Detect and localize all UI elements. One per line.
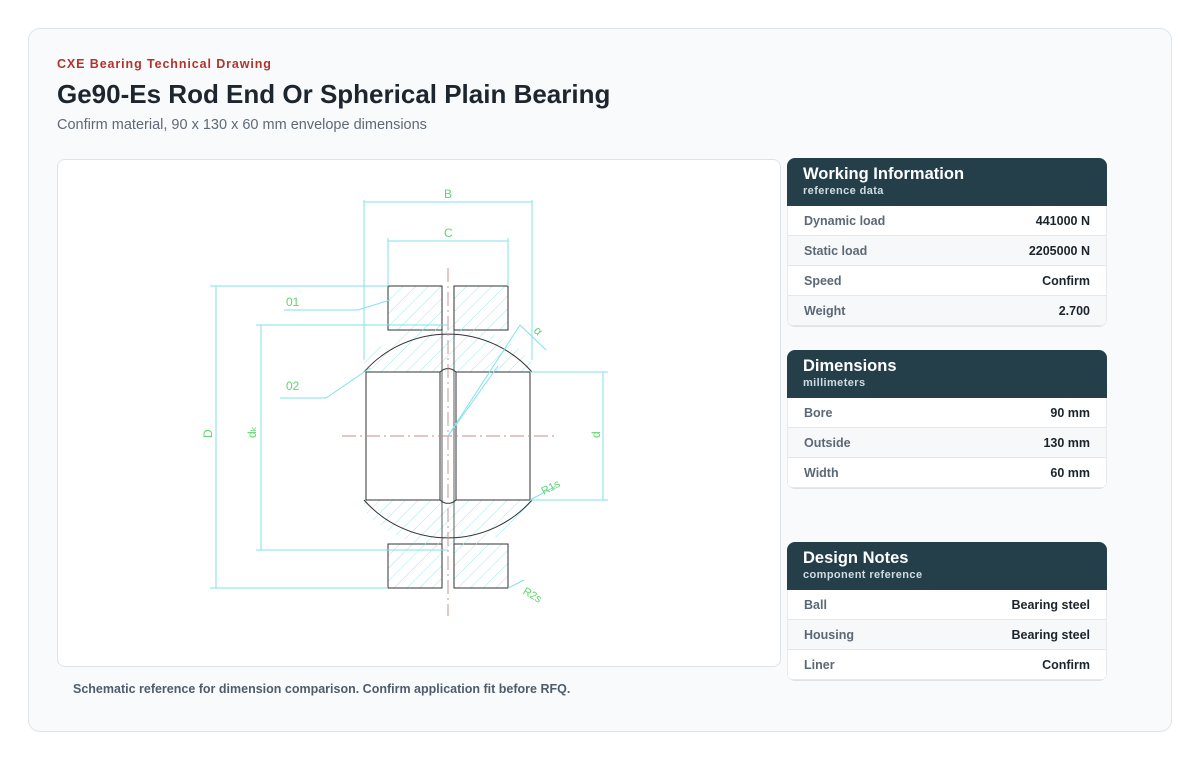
table-row: Dynamic load 441000 N [788,206,1106,236]
label-b: B [444,187,452,201]
panel-title: Working Information [803,165,965,183]
row-value-housing: Bearing steel [1011,627,1090,642]
row-label-static-load: Static load [804,243,868,258]
row-value-speed: Confirm [1042,273,1090,288]
panel-title: Design Notes [803,549,909,567]
table-row: Outside 130 mm [788,428,1106,458]
row-value-width: 60 mm [1050,465,1090,480]
panel-subtitle: millimeters [803,377,866,389]
table-row: Width 60 mm [788,458,1106,488]
row-value-bore: 90 mm [1050,405,1090,420]
table-row: Bore 90 mm [788,398,1106,428]
label-d-bore: d [589,431,603,438]
table-row: Ball Bearing steel [788,590,1106,620]
panel-subtitle: component reference [803,569,923,581]
row-label-speed: Speed [804,273,842,288]
label-dk: dₖ [245,426,259,438]
eyebrow: CXE Bearing Technical Drawing [57,57,272,71]
label-c: C [444,226,453,240]
bearing-drawing: B C D dₖ d 01 02 α R1s R2s [201,187,608,616]
design-notes-panel: Design Notes component reference Ball Be… [787,542,1107,680]
label-alpha: α [531,324,546,339]
dimensions-header: Dimensions millimeters [787,350,1107,398]
label-d-outer: D [201,429,215,438]
row-label-dynamic-load: Dynamic load [804,213,886,228]
row-value-outside: 130 mm [1043,435,1090,450]
working-information-panel: Working Information reference data Dynam… [787,158,1107,326]
table-row: Liner Confirm [788,650,1106,680]
label-part-02: 02 [286,379,300,393]
table-row: Static load 2205000 N [788,236,1106,266]
row-value-dynamic-load: 441000 N [1035,213,1090,228]
label-r2s: R2s [521,585,544,605]
label-r1s: R1s [540,478,563,498]
row-value-weight: 2.700 [1058,303,1090,318]
table-row: Weight 2.700 [788,296,1106,326]
dimensions-panel: Dimensions millimeters Bore 90 mm Outsid… [787,350,1107,488]
row-value-ball: Bearing steel [1011,597,1090,612]
panel-title: Dimensions [803,357,897,375]
row-label-housing: Housing [804,627,854,642]
row-label-bore: Bore [804,405,833,420]
technical-drawing-panel: B C D dₖ d 01 02 α R1s R2s [57,159,781,667]
row-label-ball: Ball [804,597,827,612]
drawing-caption: Schematic reference for dimension compar… [73,682,571,696]
working-information-header: Working Information reference data [787,158,1107,206]
row-label-width: Width [804,465,839,480]
row-label-weight: Weight [804,303,846,318]
page-subtitle: Confirm material, 90 x 130 x 60 mm envel… [57,117,427,133]
design-notes-header: Design Notes component reference [787,542,1107,590]
panel-subtitle: reference data [803,185,884,197]
row-value-static-load: 2205000 N [1028,243,1090,258]
label-part-01: 01 [286,295,300,309]
row-label-outside: Outside [804,435,851,450]
table-row: Speed Confirm [788,266,1106,296]
row-value-liner: Confirm [1042,657,1090,672]
row-label-liner: Liner [804,657,835,672]
table-row: Housing Bearing steel [788,620,1106,650]
page-title: Ge90-Es Rod End Or Spherical Plain Beari… [57,79,611,109]
